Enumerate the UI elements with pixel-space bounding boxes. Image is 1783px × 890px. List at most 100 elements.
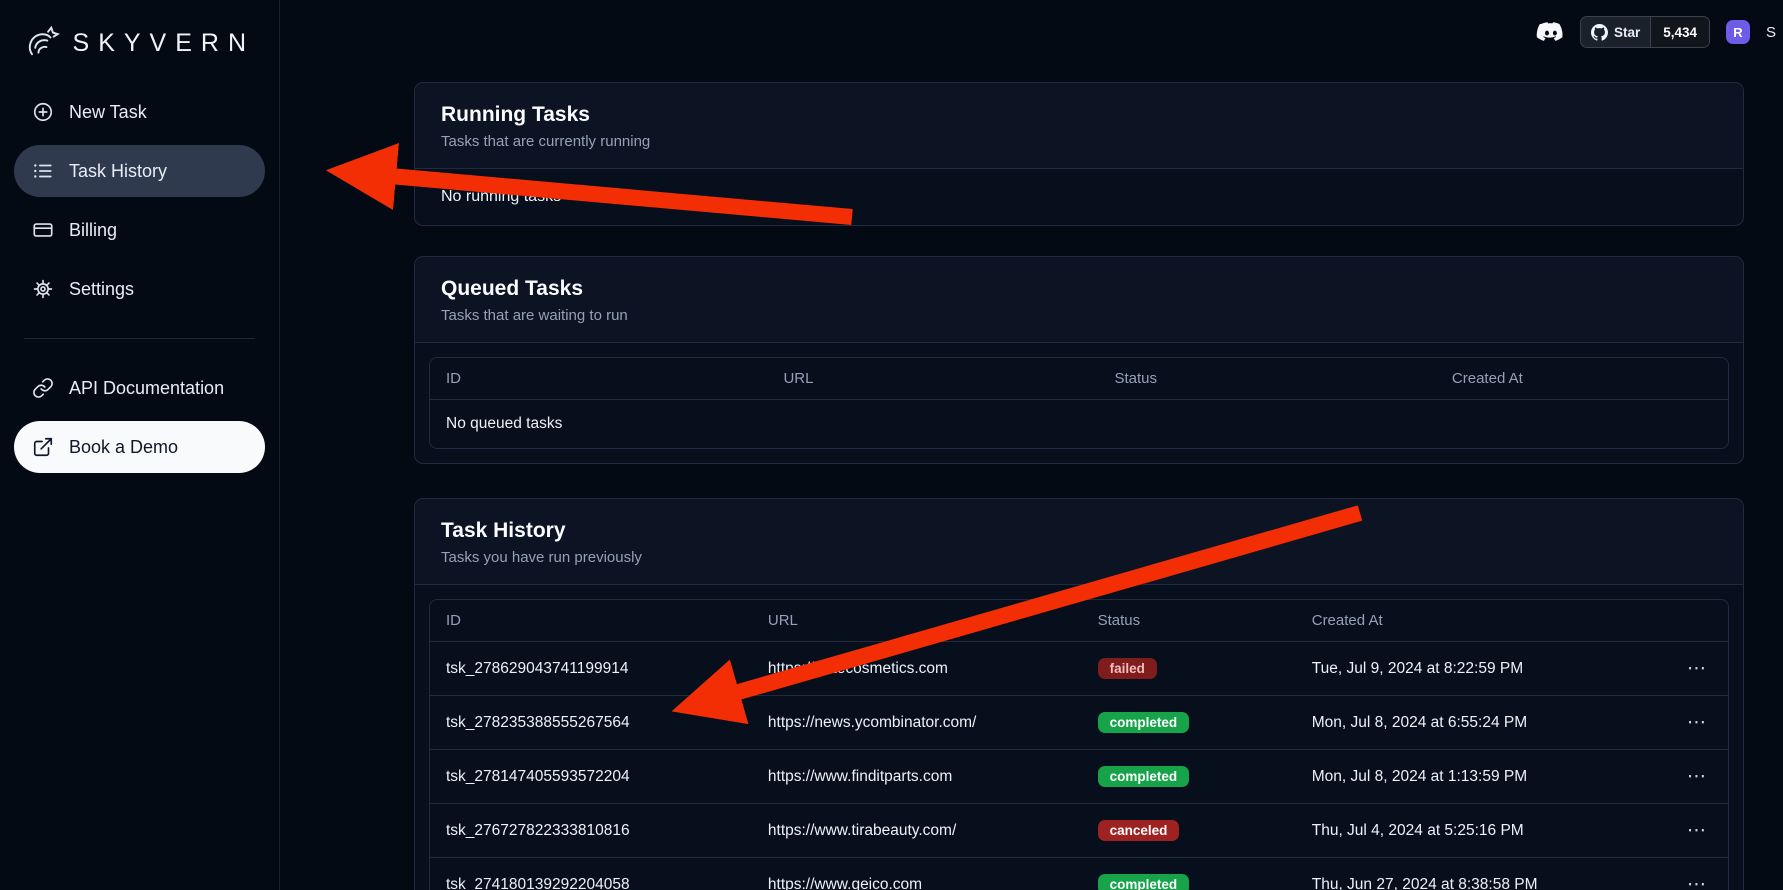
- skyvern-dragon-icon: [24, 20, 63, 66]
- running-tasks-empty: No running tasks: [415, 169, 1743, 225]
- github-icon: [1591, 24, 1608, 41]
- row-menu-button[interactable]: ⋯: [1681, 819, 1712, 842]
- sidebar-item-settings[interactable]: Settings: [14, 263, 265, 315]
- table-row[interactable]: tsk_276727822333810816 https://www.tirab…: [430, 804, 1728, 858]
- column-header-created-at: Created At: [1296, 600, 1644, 642]
- task-created-at-cell: Mon, Jul 8, 2024 at 6:55:24 PM: [1296, 696, 1644, 750]
- column-header-url: URL: [767, 358, 1098, 400]
- external-link-icon: [32, 436, 54, 458]
- running-tasks-title: Running Tasks: [441, 103, 1717, 127]
- task-id-cell: tsk_278629043741199914: [430, 642, 752, 696]
- status-badge: failed: [1098, 658, 1157, 679]
- task-url-cell: https://www.finditparts.com: [752, 750, 1082, 804]
- queued-tasks-empty: No queued tasks: [430, 400, 1728, 449]
- queued-tasks-card: Queued Tasks Tasks that are waiting to r…: [414, 256, 1744, 464]
- column-header-status: Status: [1098, 358, 1435, 400]
- running-tasks-card: Running Tasks Tasks that are currently r…: [414, 82, 1744, 226]
- link-icon: [32, 377, 54, 399]
- task-history-table: ID URL Status Created At tsk_27862904374…: [429, 599, 1729, 890]
- status-badge: canceled: [1098, 820, 1180, 841]
- book-a-demo-button[interactable]: Book a Demo: [14, 421, 265, 473]
- task-actions-cell: ⋯: [1644, 750, 1728, 804]
- sidebar-item-label: Book a Demo: [69, 437, 178, 458]
- task-history-header: Task History Tasks you have run previous…: [415, 499, 1743, 585]
- task-actions-cell: ⋯: [1644, 804, 1728, 858]
- task-status-cell: completed: [1082, 696, 1296, 750]
- row-menu-button[interactable]: ⋯: [1681, 711, 1712, 734]
- status-badge: completed: [1098, 874, 1190, 890]
- queued-tasks-subtitle: Tasks that are waiting to run: [441, 307, 1717, 324]
- sidebar-item-label: Settings: [69, 279, 134, 300]
- topbar: Star 5,434 R S: [1534, 16, 1783, 48]
- task-id-cell: tsk_278235388555267564: [430, 696, 752, 750]
- task-id-cell: tsk_278147405593572204: [430, 750, 752, 804]
- task-created-at-cell: Thu, Jul 4, 2024 at 5:25:16 PM: [1296, 804, 1644, 858]
- status-badge: completed: [1098, 766, 1190, 787]
- task-created-at-cell: Thu, Jun 27, 2024 at 8:38:58 PM: [1296, 858, 1644, 890]
- running-tasks-header: Running Tasks Tasks that are currently r…: [415, 83, 1743, 169]
- github-star-count: 5,434: [1650, 17, 1709, 47]
- row-menu-button[interactable]: ⋯: [1681, 765, 1712, 788]
- column-header-url: URL: [752, 600, 1082, 642]
- task-created-at-cell: Mon, Jul 8, 2024 at 1:13:59 PM: [1296, 750, 1644, 804]
- task-status-cell: completed: [1082, 750, 1296, 804]
- sidebar-item-label: Billing: [69, 220, 117, 241]
- task-actions-cell: ⋯: [1644, 858, 1728, 890]
- column-header-actions: [1644, 600, 1728, 642]
- github-star-label: Star: [1614, 25, 1640, 40]
- skyvern-logo: SKYVERN: [14, 12, 265, 74]
- queued-tasks-title: Queued Tasks: [441, 277, 1717, 301]
- task-actions-cell: ⋯: [1644, 642, 1728, 696]
- row-menu-button[interactable]: ⋯: [1681, 657, 1712, 680]
- table-row[interactable]: tsk_274180139292204058 https://www.geico…: [430, 858, 1728, 890]
- sidebar-item-new-task[interactable]: New Task: [14, 86, 265, 138]
- task-url-cell: https://www.tirabeauty.com/: [752, 804, 1082, 858]
- task-history-title: Task History: [441, 519, 1717, 543]
- discord-icon[interactable]: [1534, 17, 1564, 47]
- sidebar-item-label: API Documentation: [69, 378, 224, 399]
- history-table-body: tsk_278629043741199914 https://tartecosm…: [430, 642, 1728, 890]
- column-header-id: ID: [430, 600, 752, 642]
- sidebar-item-billing[interactable]: Billing: [14, 204, 265, 256]
- avatar[interactable]: R: [1726, 20, 1750, 44]
- task-created-at-cell: Tue, Jul 9, 2024 at 8:22:59 PM: [1296, 642, 1644, 696]
- task-url-cell: https://news.ycombinator.com/: [752, 696, 1082, 750]
- table-row[interactable]: tsk_278147405593572204 https://www.findi…: [430, 750, 1728, 804]
- column-header-created-at: Created At: [1436, 358, 1728, 400]
- running-tasks-subtitle: Tasks that are currently running: [441, 133, 1717, 150]
- sidebar-item-label: New Task: [69, 102, 147, 123]
- task-url-cell: https://www.geico.com: [752, 858, 1082, 890]
- plus-circle-icon: [32, 101, 54, 123]
- column-header-status: Status: [1082, 600, 1296, 642]
- sidebar-divider: [24, 338, 255, 339]
- github-star-button[interactable]: Star 5,434: [1580, 16, 1710, 48]
- status-badge: completed: [1098, 712, 1190, 733]
- empty-row: No queued tasks: [430, 400, 1728, 449]
- task-url-cell: https://tartecosmetics.com: [752, 642, 1082, 696]
- username-partial: S: [1766, 24, 1779, 41]
- queued-tasks-table: ID URL Status Created At No queued tasks: [429, 357, 1729, 449]
- task-id-cell: tsk_276727822333810816: [430, 804, 752, 858]
- sidebar-item-task-history[interactable]: Task History: [14, 145, 265, 197]
- gear-icon: [32, 278, 54, 300]
- task-status-cell: canceled: [1082, 804, 1296, 858]
- task-actions-cell: ⋯: [1644, 696, 1728, 750]
- column-header-id: ID: [430, 358, 767, 400]
- list-icon: [32, 160, 54, 182]
- task-history-card: Task History Tasks you have run previous…: [414, 498, 1744, 890]
- credit-card-icon: [32, 219, 54, 241]
- table-row[interactable]: tsk_278629043741199914 https://tartecosm…: [430, 642, 1728, 696]
- table-row[interactable]: tsk_278235388555267564 https://news.ycom…: [430, 696, 1728, 750]
- queued-tasks-header: Queued Tasks Tasks that are waiting to r…: [415, 257, 1743, 343]
- task-history-subtitle: Tasks you have run previously: [441, 549, 1717, 566]
- sidebar-item-label: Task History: [69, 161, 167, 182]
- sidebar-nav: New Task Task History Billing Settings: [14, 86, 265, 473]
- sidebar-item-api-documentation[interactable]: API Documentation: [14, 362, 265, 414]
- task-status-cell: completed: [1082, 858, 1296, 890]
- sidebar: SKYVERN New Task Task History Billing: [0, 0, 280, 890]
- task-status-cell: failed: [1082, 642, 1296, 696]
- task-id-cell: tsk_274180139292204058: [430, 858, 752, 890]
- brand-name: SKYVERN: [73, 29, 255, 58]
- row-menu-button[interactable]: ⋯: [1681, 873, 1712, 890]
- main-content: Running Tasks Tasks that are currently r…: [280, 0, 1783, 890]
